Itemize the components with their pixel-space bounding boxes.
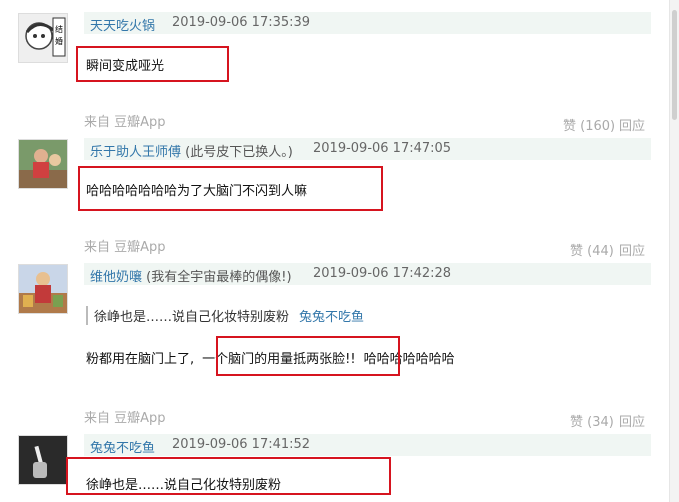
highlight-box bbox=[78, 166, 383, 211]
author-link[interactable]: 兔兔不吃鱼 bbox=[90, 437, 155, 456]
photo-avatar-icon bbox=[19, 265, 67, 313]
svg-text:结: 结 bbox=[55, 24, 63, 34]
comment-header: 乐于助人王师傅 (此号皮下已换人。) 2019-09-06 17:47:05 bbox=[84, 138, 651, 160]
author-link[interactable]: 乐于助人王师傅 (此号皮下已换人。) bbox=[90, 141, 293, 160]
reply-button[interactable]: 回应 bbox=[619, 115, 645, 134]
comment-text-part: 粉都用在脑门上了, bbox=[86, 352, 195, 367]
author-link[interactable]: 天天吃火锅 bbox=[90, 15, 155, 34]
vote-button[interactable]: 赞 (44) bbox=[570, 240, 614, 259]
highlight-box bbox=[66, 457, 391, 495]
photo-avatar-icon bbox=[19, 140, 67, 188]
author-note: (此号皮下已换人。) bbox=[185, 145, 293, 160]
avatar[interactable]: 结 婚 bbox=[18, 13, 68, 63]
quote-text: 徐峥也是……说自己化妆特别废粉 bbox=[94, 310, 290, 325]
quote-author-link[interactable]: 兔兔不吃鱼 bbox=[299, 310, 364, 325]
vote-button[interactable]: 赞 (160) bbox=[563, 115, 615, 134]
comment-time: 2019-09-06 17:41:52 bbox=[172, 437, 311, 452]
author-note: (我有全宇宙最棒的偶像!) bbox=[146, 270, 292, 285]
author-link[interactable]: 维他奶嚷 (我有全宇宙最棒的偶像!) bbox=[90, 266, 292, 285]
vote-button[interactable]: 赞 (34) bbox=[570, 411, 614, 430]
photo-avatar-icon bbox=[19, 436, 67, 484]
reply-button[interactable]: 回应 bbox=[619, 240, 645, 259]
comment-header: 兔兔不吃鱼 2019-09-06 17:41:52 bbox=[84, 434, 651, 456]
highlight-box bbox=[216, 336, 400, 376]
comment-time: 2019-09-06 17:47:05 bbox=[313, 141, 452, 156]
comment-time: 2019-09-06 17:42:28 bbox=[313, 266, 452, 281]
comment-time: 2019-09-06 17:35:39 bbox=[172, 15, 311, 30]
comment-header: 天天吃火锅 2019-09-06 17:35:39 bbox=[84, 12, 651, 34]
source-label: 来自 豆瓣App bbox=[84, 240, 166, 255]
highlight-box bbox=[76, 46, 229, 82]
avatar[interactable] bbox=[18, 264, 68, 314]
comment-header: 维他奶嚷 (我有全宇宙最棒的偶像!) 2019-09-06 17:42:28 bbox=[84, 263, 651, 285]
scrollbar[interactable] bbox=[669, 0, 679, 502]
avatar[interactable] bbox=[18, 435, 68, 485]
avatar[interactable] bbox=[18, 139, 68, 189]
source-label: 来自 豆瓣App bbox=[84, 411, 166, 426]
quoted-comment: 徐峥也是……说自己化妆特别废粉 兔兔不吃鱼 bbox=[86, 306, 364, 325]
source-label: 来自 豆瓣App bbox=[84, 115, 166, 130]
scrollbar-thumb[interactable] bbox=[672, 10, 677, 120]
manga-avatar-icon: 结 婚 bbox=[19, 14, 67, 62]
reply-button[interactable]: 回应 bbox=[619, 411, 645, 430]
svg-text:婚: 婚 bbox=[55, 36, 63, 46]
